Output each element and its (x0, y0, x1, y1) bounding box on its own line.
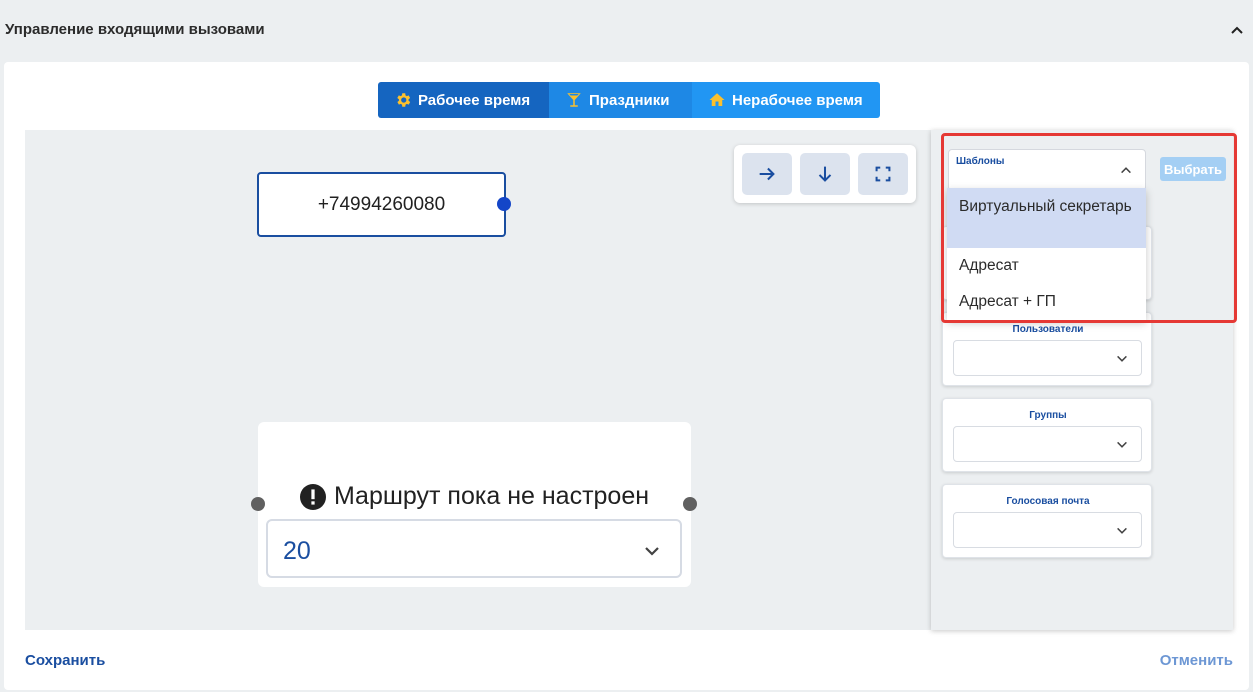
pick-template-button[interactable]: Выбрать (1160, 157, 1226, 181)
fit-view-button[interactable] (858, 153, 908, 195)
tab-holidays[interactable]: Праздники (549, 82, 692, 118)
templates-select[interactable]: Шаблоны (948, 149, 1146, 191)
tab-working-hours[interactable]: Рабочее время (378, 82, 549, 118)
tab-label: Праздники (589, 91, 670, 109)
section-title: Управление входящими вызовами (5, 21, 265, 38)
fullscreen-icon (875, 166, 891, 182)
cancel-button[interactable]: Отменить (1160, 652, 1233, 669)
schedule-tabs: Рабочее время Праздники Нерабочее время (378, 82, 880, 118)
route-status: Маршрут пока не настроен (258, 482, 691, 511)
chevron-up-icon[interactable] (1229, 22, 1245, 38)
input-handle[interactable] (251, 497, 265, 511)
arrow-down-icon (818, 166, 832, 182)
tab-label: Рабочее время (418, 91, 531, 109)
dropdown-option[interactable]: Адресат (947, 254, 1146, 278)
arrow-right-icon (759, 167, 775, 181)
groups-select[interactable] (953, 426, 1142, 462)
gear-icon (397, 93, 411, 107)
output-handle[interactable] (683, 497, 697, 511)
route-value-select[interactable]: 20 (266, 519, 682, 578)
home-icon (709, 93, 725, 106)
templates-dropdown: Виртуальный секретарь Адресат Адресат + … (947, 188, 1146, 320)
templates-label: Шаблоны (956, 156, 1005, 167)
tab-label: Нерабочее время (732, 91, 863, 109)
chevron-up-icon (1121, 167, 1131, 174)
section-header[interactable]: Управление входящими вызовами (0, 0, 1253, 60)
chevron-down-icon (1117, 355, 1127, 362)
save-button[interactable]: Сохранить (25, 652, 105, 669)
output-handle[interactable] (497, 197, 511, 211)
phone-number-node[interactable]: +74994260080 (257, 172, 506, 237)
dropdown-option[interactable]: Виртуальный секретарь (947, 188, 1146, 248)
cocktail-icon (567, 93, 581, 107)
groups-label: Группы (1029, 410, 1067, 421)
users-label: Пользователи (1012, 324, 1084, 335)
users-select[interactable] (953, 340, 1142, 376)
tab-non-working-hours[interactable]: Нерабочее время (692, 82, 880, 118)
route-node[interactable]: Маршрут пока не настроен 20 (258, 422, 691, 587)
route-status-text: Маршрут пока не настроен (333, 482, 650, 510)
voicemail-label: Голосовая почта (1006, 496, 1090, 507)
route-value: 20 (283, 537, 311, 565)
layout-horizontal-button[interactable] (742, 153, 792, 195)
chevron-down-icon (1117, 527, 1127, 534)
warning-icon (299, 483, 326, 510)
chevron-down-icon (645, 547, 659, 556)
users-field-card: Пользователи (942, 312, 1152, 386)
groups-field-card: Группы (942, 398, 1152, 472)
canvas-toolbar (734, 145, 916, 203)
voicemail-select[interactable] (953, 512, 1142, 548)
voicemail-field-card: Голосовая почта (942, 484, 1152, 558)
chevron-down-icon (1117, 441, 1127, 448)
layout-vertical-button[interactable] (800, 153, 850, 195)
flow-canvas[interactable]: +74994260080 Маршрут пока не настроен 20 (25, 130, 931, 630)
dropdown-option[interactable]: Адресат + ГП (947, 290, 1146, 314)
call-routing-card: Рабочее время Праздники Нерабочее время … (4, 62, 1249, 690)
